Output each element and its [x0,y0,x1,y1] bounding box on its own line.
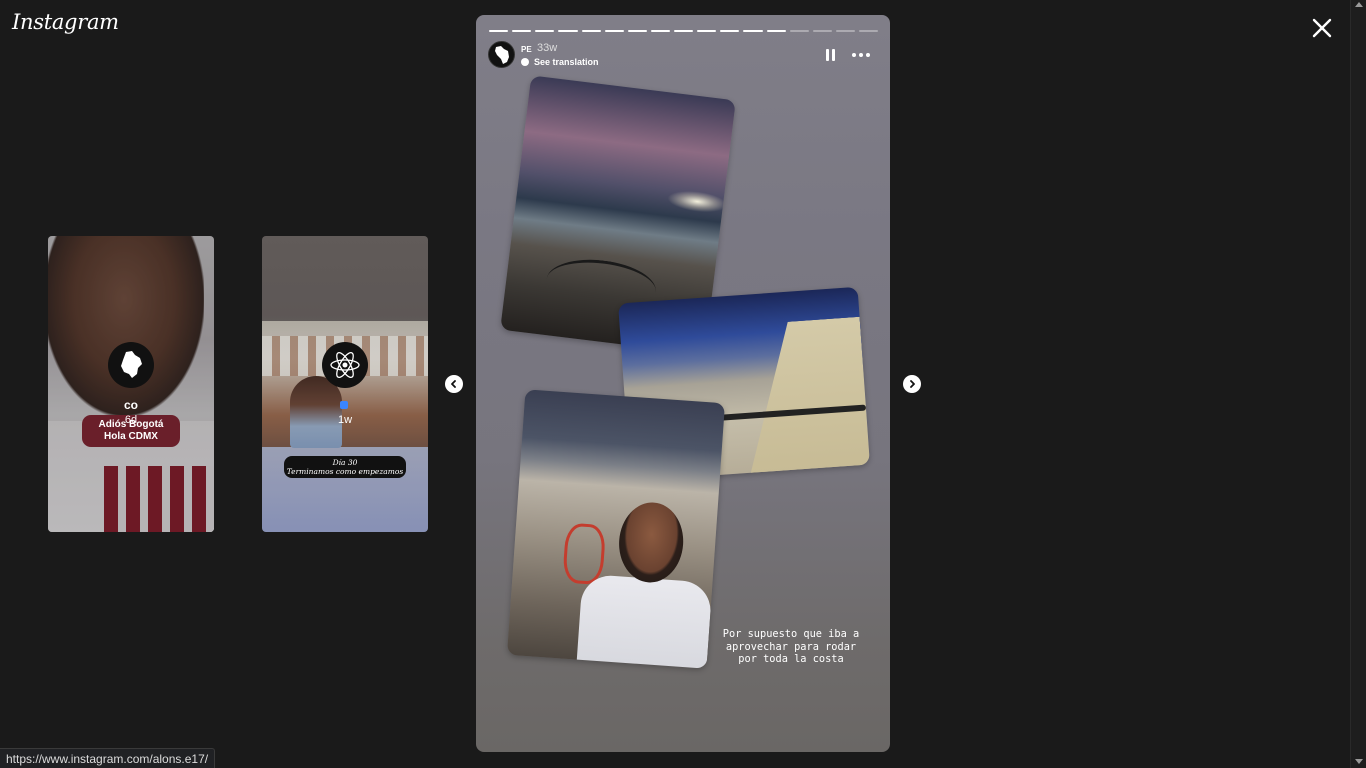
translation-icon [521,58,529,66]
chevron-right-icon [910,380,915,388]
progress-segment [489,30,509,32]
story-preview-co[interactable]: co Adiós Bogotá Hola CDMX 6d [48,236,214,532]
pause-icon [826,49,829,61]
progress-segment [835,30,855,32]
preview-badge [340,401,348,409]
caption-line-2: Terminamos como empezamos [286,467,404,476]
peru-map-icon [494,45,509,64]
progress-segment [766,30,786,32]
see-translation-link[interactable]: See translation [521,57,599,67]
pause-icon-bar [832,49,835,61]
page-scrollbar[interactable] [1350,0,1366,768]
more-icon-dot [859,53,863,57]
preview-avatar [108,342,154,388]
next-story-button[interactable] [903,375,921,393]
progress-segment [789,30,809,32]
photo-lights [666,187,729,216]
previous-story-button[interactable] [445,375,463,393]
see-translation-label: See translation [534,57,599,67]
progress-segment [743,30,763,32]
more-icon-dot [866,53,870,57]
atom-icon [330,351,360,379]
progress-segment [512,30,532,32]
preview-caption: Día 30 Terminamos como empezamos [284,456,406,478]
preview-time: 1w [337,414,353,426]
pause-button[interactable] [826,49,838,63]
photo-road [740,317,870,475]
progress-segment [535,30,555,32]
story-viewer[interactable]: PE 33w See translation Por supuesto que … [476,15,890,752]
story-avatar[interactable] [488,41,515,68]
more-icon [852,53,856,57]
progress-segment [627,30,647,32]
chevron-left-icon [451,380,456,388]
story-progress-bar [489,30,879,32]
instagram-logo[interactable]: Instagram [12,10,119,34]
progress-segment [859,30,879,32]
preview-avatar [322,342,368,388]
progress-segment [812,30,832,32]
more-options-button[interactable] [852,53,870,57]
story-caption: Por supuesto que iba a aprovechar para r… [722,628,860,665]
photo-shirt [576,573,713,669]
caption-line-1: Día 30 [332,458,358,467]
progress-segment [650,30,670,32]
close-icon [1312,18,1332,38]
close-button[interactable] [1309,15,1335,41]
preview-time: 6d [124,414,138,426]
sticker-line-2: Hola CDMX [104,431,158,442]
colombia-map-icon [121,351,142,378]
scroll-down-arrow-icon[interactable] [1355,759,1363,764]
story-photo-selfie [506,389,726,669]
scroll-up-arrow-icon[interactable] [1355,2,1363,7]
photo-bike [562,522,607,586]
story-username[interactable]: PE [521,45,532,54]
progress-segment [720,30,740,32]
progress-segment [604,30,624,32]
progress-segment [581,30,601,32]
progress-segment [558,30,578,32]
preview-username: co [123,398,138,412]
story-time: 33w [537,42,558,54]
photo-face [616,500,686,585]
progress-segment [697,30,717,32]
status-bar-url: https://www.instagram.com/alons.e17/ [0,748,216,768]
story-preview-atom[interactable]: 1w Día 30 Terminamos como empezamos [262,236,428,532]
progress-segment [674,30,694,32]
